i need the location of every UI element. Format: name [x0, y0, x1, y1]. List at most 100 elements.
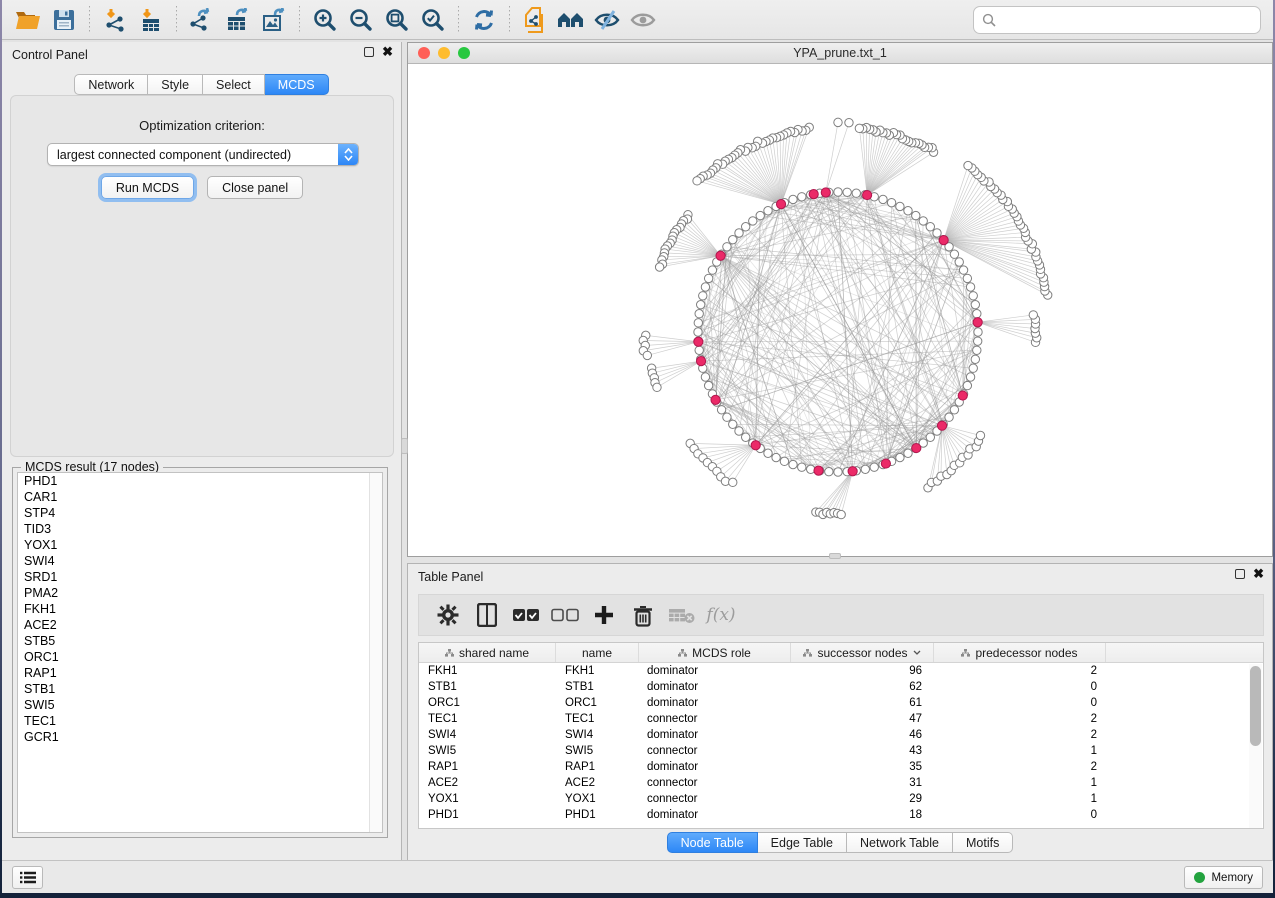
table-cell[interactable]: STB1: [556, 679, 639, 695]
show-all-icon[interactable]: [628, 5, 658, 35]
table-cell[interactable]: SWI4: [419, 727, 556, 743]
float-panel-icon[interactable]: [1235, 569, 1245, 579]
table-cell[interactable]: STB1: [419, 679, 556, 695]
table-cell[interactable]: 0: [934, 807, 1106, 823]
mcds-result-item[interactable]: STB5: [18, 633, 382, 649]
mcds-result-item[interactable]: STP4: [18, 505, 382, 521]
table-cell[interactable]: dominator: [639, 727, 791, 743]
column-header-mcds-role[interactable]: MCDS role: [639, 643, 791, 662]
search-input[interactable]: [997, 10, 1260, 30]
table-row[interactable]: PHD1PHD1dominator180: [419, 807, 1263, 823]
mcds-result-item[interactable]: PHD1: [18, 473, 382, 489]
table-cell[interactable]: ORC1: [556, 695, 639, 711]
table-cell[interactable]: dominator: [639, 695, 791, 711]
zoom-in-icon[interactable]: [310, 5, 340, 35]
close-panel-icon[interactable]: ✖: [382, 47, 393, 57]
tab-motifs[interactable]: Motifs: [953, 832, 1013, 853]
close-panel-icon[interactable]: ✖: [1253, 569, 1264, 579]
network-graph[interactable]: [408, 64, 1272, 556]
panel-divider-grip[interactable]: [401, 438, 408, 454]
run-mcds-button[interactable]: Run MCDS: [101, 176, 194, 199]
table-cell[interactable]: ORC1: [419, 695, 556, 711]
mcds-result-list[interactable]: PHD1CAR1STP4TID3YOX1SWI4SRD1PMA2FKH1ACE2…: [17, 472, 383, 833]
tab-style[interactable]: Style: [148, 74, 203, 95]
table-cell[interactable]: 18: [791, 807, 934, 823]
mcds-result-item[interactable]: PMA2: [18, 585, 382, 601]
table-cell[interactable]: 2: [934, 711, 1106, 727]
mcds-result-item[interactable]: SWI4: [18, 553, 382, 569]
mcds-result-item[interactable]: SRD1: [18, 569, 382, 585]
table-row[interactable]: ACE2ACE2connector311: [419, 775, 1263, 791]
zoom-fit-icon[interactable]: [382, 5, 412, 35]
table-cell[interactable]: YOX1: [556, 791, 639, 807]
delete-column-icon[interactable]: [626, 600, 660, 630]
tab-select[interactable]: Select: [203, 74, 265, 95]
table-cell[interactable]: YOX1: [419, 791, 556, 807]
export-table-icon[interactable]: [223, 5, 253, 35]
table-row[interactable]: RAP1RAP1dominator352: [419, 759, 1263, 775]
zoom-selected-icon[interactable]: [418, 5, 448, 35]
tab-network[interactable]: Network: [74, 74, 148, 95]
table-cell[interactable]: dominator: [639, 759, 791, 775]
mcds-result-item[interactable]: ORC1: [18, 649, 382, 665]
table-cell[interactable]: 61: [791, 695, 934, 711]
column-header-predecessor-nodes[interactable]: predecessor nodes: [934, 643, 1106, 662]
deselect-all-checkboxes-icon[interactable]: [548, 600, 582, 630]
maximize-window-icon[interactable]: [458, 47, 470, 59]
table-cell[interactable]: 29: [791, 791, 934, 807]
column-header-shared-name[interactable]: shared name: [419, 643, 556, 662]
column-header-name[interactable]: name: [556, 643, 639, 662]
settings-gear-icon[interactable]: [431, 600, 465, 630]
column-header-successor-nodes[interactable]: successor nodes: [791, 643, 934, 662]
table-cell[interactable]: PHD1: [419, 807, 556, 823]
table-cell[interactable]: dominator: [639, 663, 791, 679]
criterion-dropdown[interactable]: largest connected component (undirected): [47, 143, 359, 166]
table-cell[interactable]: RAP1: [419, 759, 556, 775]
network-window-titlebar[interactable]: YPA_prune.txt_1: [408, 43, 1272, 64]
show-column-icon[interactable]: [470, 600, 504, 630]
zoom-out-icon[interactable]: [346, 5, 376, 35]
new-network-from-selection-icon[interactable]: [520, 5, 550, 35]
mcds-list-scrollbar[interactable]: [369, 473, 382, 832]
import-network-icon[interactable]: [100, 5, 130, 35]
mcds-result-item[interactable]: TEC1: [18, 713, 382, 729]
table-cell[interactable]: TEC1: [419, 711, 556, 727]
table-cell[interactable]: 43: [791, 743, 934, 759]
mcds-result-item[interactable]: FKH1: [18, 601, 382, 617]
table-cell[interactable]: 31: [791, 775, 934, 791]
tab-network-table[interactable]: Network Table: [847, 832, 953, 853]
table-cell[interactable]: 47: [791, 711, 934, 727]
table-scrollbar[interactable]: [1249, 664, 1262, 829]
mcds-result-item[interactable]: ACE2: [18, 617, 382, 633]
import-table-icon[interactable]: [136, 5, 166, 35]
table-cell[interactable]: 96: [791, 663, 934, 679]
table-cell[interactable]: SWI4: [556, 727, 639, 743]
table-cell[interactable]: 2: [934, 727, 1106, 743]
table-cell[interactable]: dominator: [639, 807, 791, 823]
table-row[interactable]: STB1STB1dominator620: [419, 679, 1263, 695]
table-cell[interactable]: connector: [639, 711, 791, 727]
export-image-icon[interactable]: [259, 5, 289, 35]
mcds-result-item[interactable]: STB1: [18, 681, 382, 697]
mcds-result-item[interactable]: TID3: [18, 521, 382, 537]
table-cell[interactable]: dominator: [639, 679, 791, 695]
close-window-icon[interactable]: [418, 47, 430, 59]
mcds-result-item[interactable]: GCR1: [18, 729, 382, 745]
save-session-icon[interactable]: [49, 5, 79, 35]
table-cell[interactable]: PHD1: [556, 807, 639, 823]
select-all-checkboxes-icon[interactable]: [509, 600, 543, 630]
mcds-result-item[interactable]: CAR1: [18, 489, 382, 505]
table-cell[interactable]: 62: [791, 679, 934, 695]
table-cell[interactable]: FKH1: [556, 663, 639, 679]
table-cell[interactable]: ACE2: [556, 775, 639, 791]
table-cell[interactable]: ACE2: [419, 775, 556, 791]
table-cell[interactable]: SWI5: [556, 743, 639, 759]
table-cell[interactable]: 1: [934, 775, 1106, 791]
task-history-button[interactable]: [12, 866, 43, 889]
table-cell[interactable]: SWI5: [419, 743, 556, 759]
tab-node-table[interactable]: Node Table: [667, 832, 758, 853]
table-cell[interactable]: RAP1: [556, 759, 639, 775]
apply-layout-icon[interactable]: [469, 5, 499, 35]
minimize-window-icon[interactable]: [438, 47, 450, 59]
network-canvas[interactable]: [408, 64, 1272, 556]
